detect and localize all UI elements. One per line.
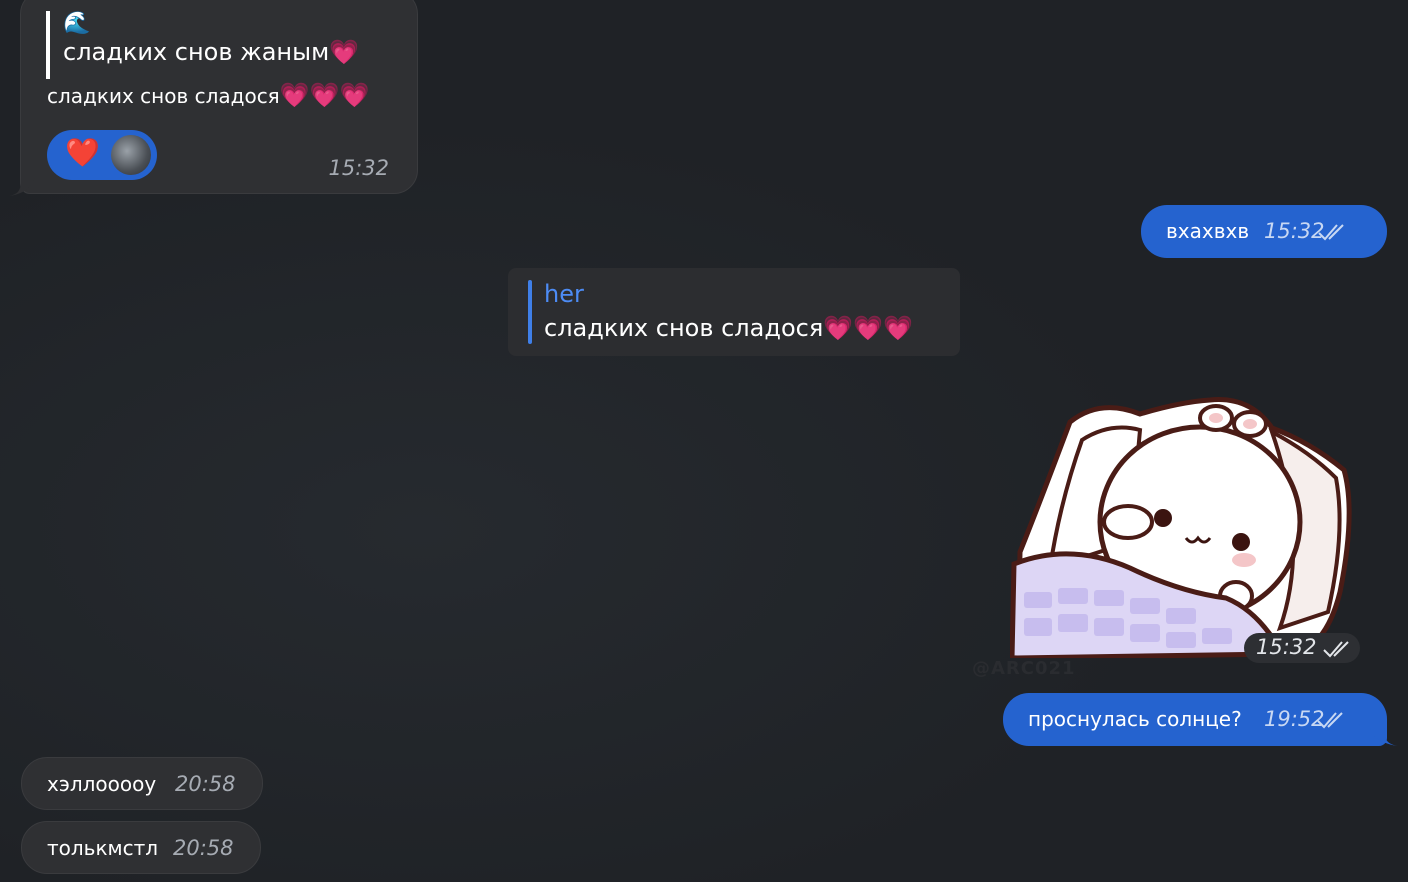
message-time: 15:32	[1256, 635, 1317, 659]
bubble-tail	[9, 178, 35, 196]
chat-area: 🌊 сладких снов жаным💗 сладких снов сладо…	[0, 0, 1408, 882]
heart-emoji-icon: 💗	[339, 81, 370, 109]
message-time: 15:32	[1264, 219, 1325, 243]
message-time: 15:32	[328, 156, 389, 180]
message-bubble-incoming[interactable]: толькмстл 20:58	[21, 821, 261, 874]
avatar	[111, 135, 151, 175]
message-text: хэллоoooу	[47, 772, 157, 796]
reaction-chip[interactable]: ❤️	[47, 130, 157, 180]
quote-text: сладких снов жаным	[63, 38, 330, 66]
heart-emoji-icon: 💗	[823, 314, 854, 342]
message-bubble-incoming[interactable]: хэллоoooу 20:58	[21, 757, 263, 810]
reply-author: her	[544, 280, 584, 308]
red-heart-icon: ❤️	[65, 136, 100, 169]
heart-emoji-icon: 💗	[853, 314, 884, 342]
quote-block[interactable]: 🌊 сладких снов жаным💗	[46, 11, 359, 79]
sticker-watermark: @ARC021	[972, 658, 1076, 679]
heart-emoji-icon: 💗	[329, 38, 360, 66]
message-text: вхахвхв	[1166, 219, 1250, 243]
message-bubble-outgoing[interactable]: вхахвхв 15:32	[1141, 205, 1387, 258]
bubble-tail	[1370, 728, 1398, 746]
heart-emoji-icon: 💗	[309, 81, 340, 109]
reply-text: сладких снов сладося	[544, 314, 824, 342]
sticker-time-badge: 15:32	[1244, 633, 1360, 663]
reply-preview-card[interactable]: her сладких снов сладося💗 💗 💗	[508, 268, 960, 356]
message-bubble-outgoing[interactable]: проснулась солнце? 19:52	[1003, 693, 1387, 746]
wave-emoji: 🌊	[63, 11, 91, 36]
message-time: 20:58	[173, 836, 234, 860]
read-checkmarks-icon	[1317, 712, 1343, 729]
message-time: 20:58	[175, 772, 236, 796]
message-bubble-incoming[interactable]: 🌊 сладких снов жаным💗 сладких снов сладо…	[20, 0, 418, 194]
reply-accent-bar	[528, 280, 532, 344]
bunny-sticker[interactable]	[1010, 392, 1352, 658]
read-checkmarks-icon	[1318, 224, 1344, 241]
read-checkmarks-icon	[1323, 641, 1349, 658]
heart-emoji-icon: 💗	[883, 314, 913, 342]
message-text: толькмстл	[47, 836, 159, 860]
heart-emoji-icon: 💗	[279, 81, 310, 109]
message-text: сладких снов сладося	[47, 84, 280, 108]
message-text: проснулась солнце?	[1028, 707, 1242, 731]
